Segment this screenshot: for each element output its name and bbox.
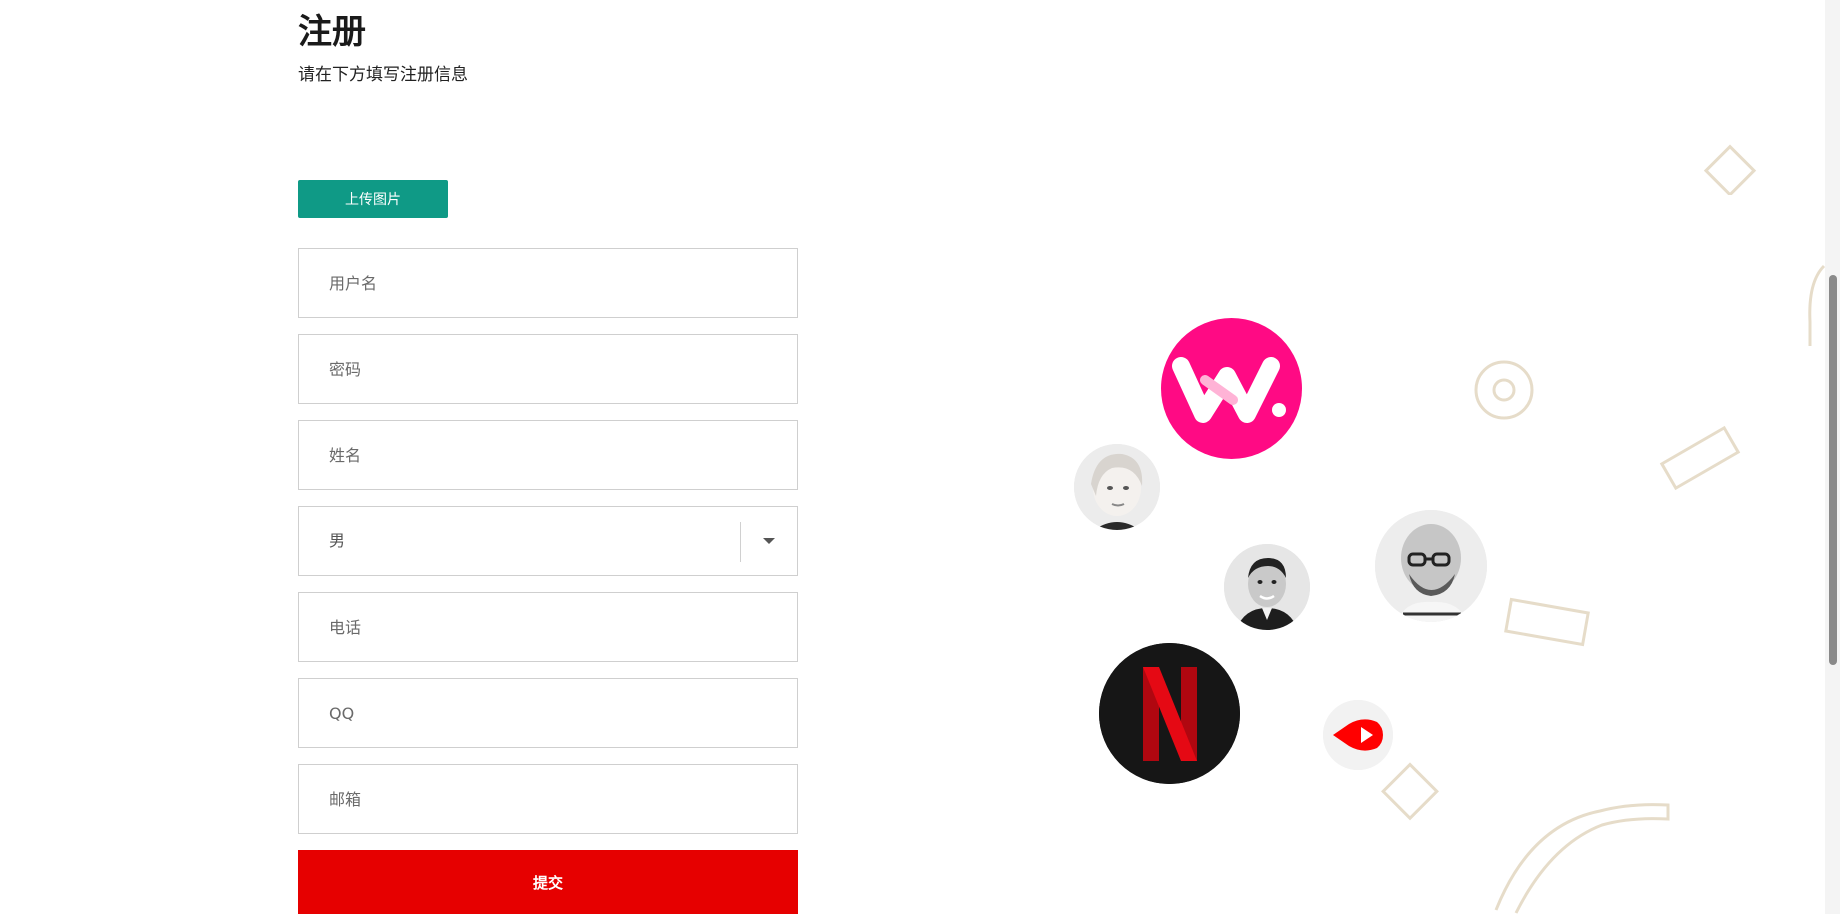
qq-input[interactable] — [299, 679, 797, 747]
netflix-logo-icon — [1099, 643, 1240, 784]
registration-page: 注册 请在下方填写注册信息 上传图片 男 提交 — [0, 0, 1840, 914]
man-avatar-icon — [1224, 544, 1310, 630]
rectangle-decoration-icon — [1659, 425, 1741, 491]
phone-input[interactable] — [299, 593, 797, 661]
phone-field — [298, 592, 798, 662]
w-logo-icon — [1161, 318, 1302, 459]
page-subtitle: 请在下方填写注册信息 — [298, 65, 468, 85]
name-input[interactable] — [299, 421, 797, 489]
upload-image-button[interactable]: 上传图片 — [298, 180, 448, 218]
wave-decoration-icon — [1494, 803, 1670, 914]
diamond-decoration-icon-2 — [1381, 762, 1439, 821]
page-title: 注册 — [298, 12, 366, 52]
scrollbar-thumb[interactable] — [1829, 275, 1837, 665]
gender-select[interactable]: 男 — [298, 506, 798, 576]
email-field — [298, 764, 798, 834]
email-input[interactable] — [299, 765, 797, 833]
password-input[interactable] — [299, 335, 797, 403]
ring-decoration-icon — [1474, 360, 1534, 420]
name-field — [298, 420, 798, 490]
vertical-scrollbar[interactable] — [1825, 0, 1840, 914]
username-field — [298, 248, 798, 318]
gender-selected-value: 男 — [329, 531, 346, 550]
diamond-decoration-icon — [1703, 144, 1757, 195]
select-divider — [740, 522, 741, 562]
arc-decoration-icon — [1808, 264, 1826, 346]
qq-field — [298, 678, 798, 748]
bald-man-avatar-icon — [1375, 510, 1487, 622]
woman-avatar-icon — [1074, 444, 1160, 530]
chevron-down-icon[interactable] — [763, 538, 775, 544]
username-input[interactable] — [299, 249, 797, 317]
rectangle-decoration-icon-2 — [1504, 597, 1590, 647]
password-field — [298, 334, 798, 404]
submit-button[interactable]: 提交 — [298, 850, 798, 914]
